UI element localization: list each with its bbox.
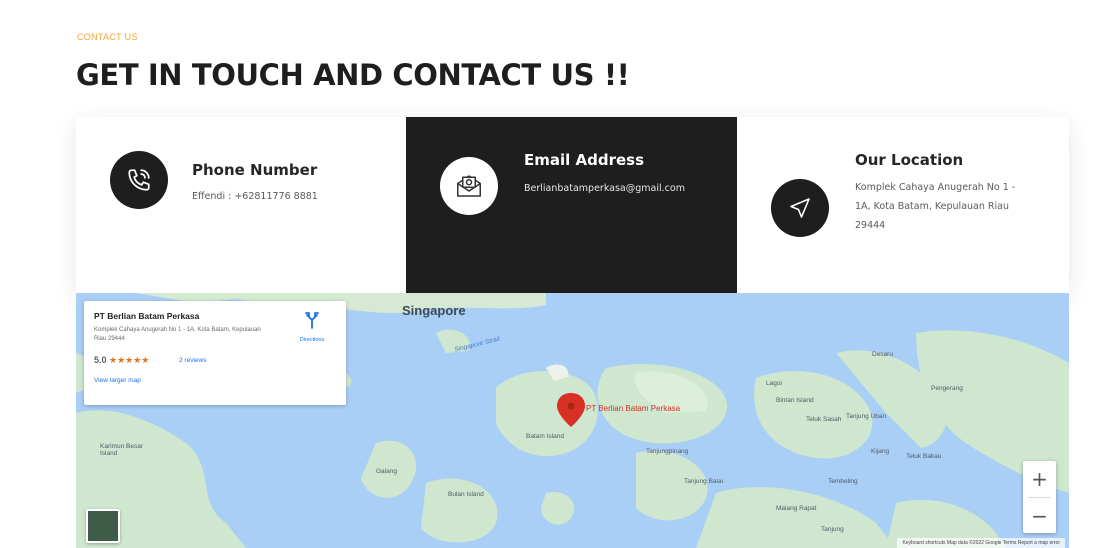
zoom-controls: + − <box>1023 461 1056 533</box>
map-info-card: PT Berlian Batam Perkasa Komplek Cahaya … <box>84 301 346 405</box>
zoom-in-button[interactable]: + <box>1023 461 1056 497</box>
reviews-link[interactable]: 2 reviews <box>179 357 206 364</box>
rating-stars-icon: ★★★★★ <box>109 355 150 365</box>
phone-card: Phone Number Effendi : +62811776 8881 <box>76 117 406 293</box>
map-label-bintan: Bintan Island <box>776 397 814 404</box>
location-icon-circle <box>771 179 829 237</box>
phone-icon-circle <box>110 151 168 209</box>
map-footer[interactable]: Keyboard shortcuts Map data ©2022 Google… <box>897 538 1065 548</box>
email-title: Email Address <box>524 151 645 169</box>
place-address: Komplek Cahaya Anugerah No 1 - 1A, Kota … <box>94 327 261 342</box>
phone-icon <box>128 169 150 191</box>
contact-cards: Phone Number Effendi : +62811776 8881 Em… <box>76 117 1069 293</box>
map-label-galang: Galang <box>376 468 397 475</box>
email-text[interactable]: Berlianbatamperkasa@gmail.com <box>524 179 724 198</box>
map-label-lagoi: Lagoi <box>766 380 782 387</box>
map-label-tanjung-balai: Tanjung Balai <box>684 478 724 485</box>
map-label-tanjung-uban: Tanjung Uban <box>846 413 887 420</box>
map-label-teluk-bakau: Teluk Bakau <box>906 453 942 460</box>
map-label-pengerang: Pengerang <box>931 385 963 392</box>
view-larger-map-link[interactable]: View larger map <box>94 377 141 384</box>
email-icon-circle <box>440 157 498 215</box>
location-card: Our Location Komplek Cahaya Anugerah No … <box>737 117 1069 293</box>
map-label-tanjungpinang: Tanjungpinang <box>646 448 689 455</box>
map-label-desaru: Desaru <box>872 351 893 358</box>
place-name: PT Berlian Batam Perkasa <box>94 311 200 321</box>
place-rating: 5.0 ★★★★★ <box>94 355 149 366</box>
location-text: Komplek Cahaya Anugerah No 1 - 1A, Kota … <box>855 182 1016 231</box>
navigation-arrow-icon <box>790 198 810 218</box>
map-layer-toggle[interactable] <box>86 509 120 543</box>
map-label-bulan: Bulan Island <box>448 491 484 498</box>
google-map[interactable]: Singapore Singapore Strait Batam Island … <box>76 293 1069 548</box>
map-label-batam: Batam Island <box>526 433 564 440</box>
map-label-malang: Malang Rapat <box>776 505 817 512</box>
directions-icon <box>305 312 319 329</box>
map-label-teluk-sasah: Teluk Sasah <box>806 416 842 423</box>
directions-label: Directions <box>299 337 325 343</box>
map-label-singapore: Singapore <box>402 303 466 318</box>
phone-title: Phone Number <box>192 161 318 179</box>
page-title: GET IN TOUCH AND CONTACT US !! <box>76 58 630 92</box>
map-label-kijang: Kijang <box>871 448 890 455</box>
map-label-tanjung: Tanjung <box>821 526 844 533</box>
email-card: Email Address Berlianbatamperkasa@gmail.… <box>406 117 737 293</box>
phone-text[interactable]: Effendi : +62811776 8881 <box>192 187 392 206</box>
directions-button[interactable]: Directions <box>290 311 334 343</box>
rating-value: 5.0 <box>94 355 107 365</box>
zoom-out-button[interactable]: − <box>1023 498 1056 534</box>
envelope-icon <box>457 175 481 197</box>
location-title: Our Location <box>855 151 964 169</box>
section-eyebrow: CONTACT US <box>77 32 138 42</box>
map-label-karimun: Karimun Besar Island <box>100 443 143 457</box>
map-label-tembeling: Tembeling <box>828 478 858 485</box>
map-marker-label[interactable]: PT Berlian Batam Perkasa <box>586 404 680 413</box>
